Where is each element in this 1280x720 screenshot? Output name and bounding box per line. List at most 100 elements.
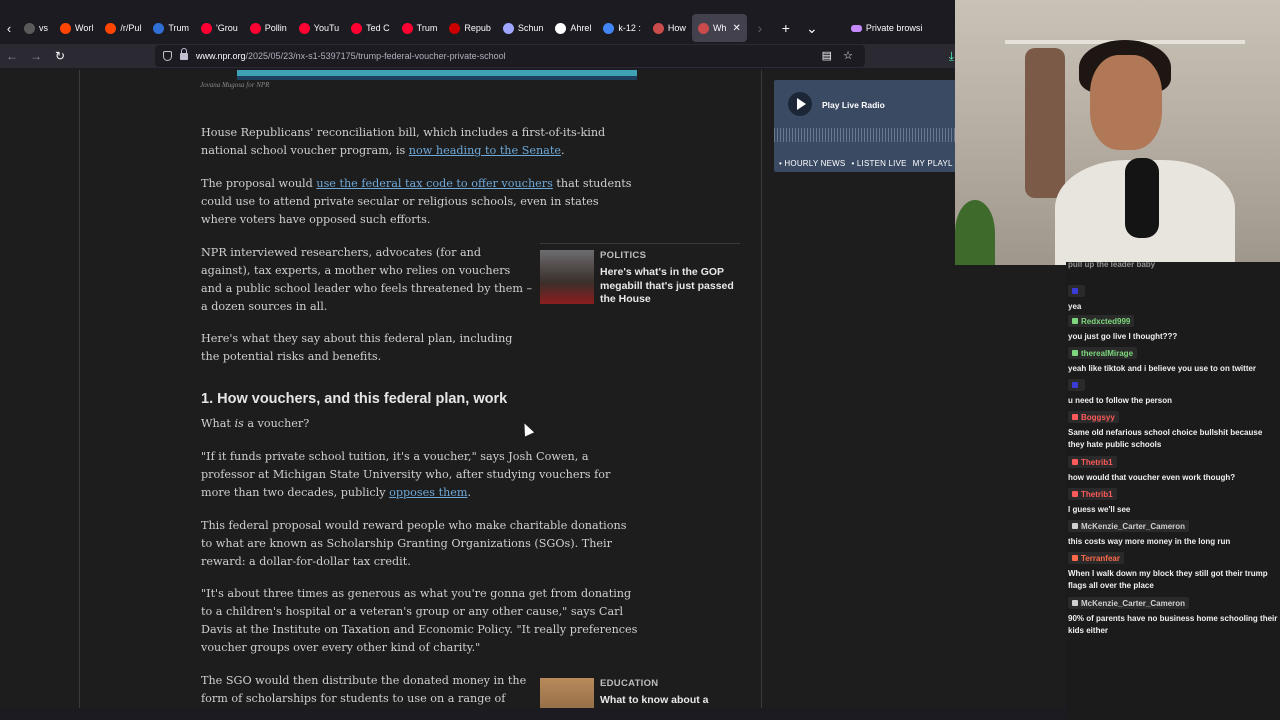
browser-tab[interactable]: Pollin (244, 14, 293, 42)
tab-favicon-icon (153, 22, 165, 34)
browser-tab[interactable]: Ahrel (549, 14, 597, 42)
senate-link[interactable]: now heading to the Senate (409, 144, 561, 157)
new-tab-icon[interactable]: + (773, 20, 799, 36)
paragraph-5: What is a voucher? (201, 415, 309, 433)
chat-username[interactable]: therealMirage (1068, 347, 1138, 359)
chat-message: pull up the leader baby (1068, 259, 1280, 271)
url-path: /2025/05/23/nx-s1-5397175/trump-federal-… (245, 51, 506, 61)
chat-message: Boggsyy Same old nefarious school choice … (1068, 407, 1280, 451)
tab-favicon-icon (201, 22, 213, 34)
bookmark-star-icon[interactable]: ☆ (843, 49, 853, 62)
browser-tab[interactable]: vs (18, 14, 54, 42)
chat-badge-icon (1072, 555, 1078, 561)
related-thumbnail[interactable] (540, 678, 594, 708)
chat-username-text: Thetrib1 (1081, 489, 1113, 499)
reader-view-icon[interactable]: ▤ (822, 49, 832, 62)
navigation-toolbar: ← → ↻ www.npr.org/2025/05/23/nx-s1-53971… (0, 44, 1065, 68)
chat-badge-icon (1072, 491, 1078, 497)
chat-text: this costs way more money in the long ru… (1068, 537, 1231, 546)
browser-tab[interactable]: How (647, 14, 692, 42)
related-thumbnail[interactable] (540, 250, 594, 304)
private-browsing-indicator: Private browsi (850, 23, 922, 33)
play-icon[interactable] (788, 92, 812, 116)
close-tab-icon[interactable]: ✕ (732, 23, 740, 34)
reload-icon[interactable]: ↻ (48, 49, 72, 63)
browser-tab[interactable]: Worl (54, 14, 99, 42)
p2-before: The proposal would (201, 177, 317, 190)
opposes-them-link[interactable]: opposes them (389, 486, 467, 499)
lock-icon[interactable] (180, 47, 188, 60)
tab-favicon-icon (555, 22, 567, 34)
chat-text: u need to follow the person (1068, 396, 1172, 405)
chat-message: McKenzie_Carter_Cameronthis costs way mo… (1068, 516, 1280, 548)
download-icon[interactable]: ⤓ (949, 49, 954, 64)
radio-links: • HOURLY NEWS • LISTEN LIVE MY PLAYL (779, 159, 953, 168)
tab-favicon-icon (24, 22, 35, 34)
url-domain: www.npr.org (196, 51, 246, 61)
tab-favicon-icon (449, 22, 461, 34)
chat-panel: pull up the leader baby yea Redxcted999 you… (1066, 259, 1280, 720)
browser-tab[interactable]: Schun (497, 14, 550, 42)
related-section-label[interactable]: EDUCATION (600, 678, 658, 689)
chat-message: yea (1068, 281, 1280, 313)
tab-favicon-icon (249, 22, 261, 34)
listen-live-link[interactable]: • LISTEN LIVE (851, 159, 906, 168)
chat-message: Redxcted999 you just go live I thought??? (1068, 311, 1280, 343)
chat-message: u need to follow the person (1068, 375, 1280, 407)
browser-tab[interactable]: Ted C (345, 14, 396, 42)
chat-badge-icon (1072, 459, 1078, 465)
chat-text: I guess we'll see (1068, 505, 1131, 514)
forward-icon[interactable]: → (24, 49, 48, 63)
chat-username[interactable]: Terranfear (1068, 552, 1124, 564)
back-icon[interactable]: ← (0, 49, 24, 63)
chat-username-text: Thetrib1 (1081, 457, 1113, 467)
tab-favicon-icon (652, 22, 664, 34)
p5-b: a voucher? (243, 417, 310, 430)
tab-label: How (667, 23, 686, 33)
webcam-overlay (955, 0, 1280, 265)
browser-tab[interactable]: k-12 : (597, 14, 647, 42)
chat-username[interactable] (1068, 379, 1085, 391)
related-title[interactable]: Here's what's in the GOP megabill that's… (600, 266, 740, 307)
related-title[interactable]: What to know about a (600, 694, 740, 708)
tab-label: /r/Pul (120, 23, 142, 33)
chat-username[interactable]: McKenzie_Carter_Cameron (1068, 597, 1190, 609)
chat-username[interactable]: Redxcted999 (1068, 315, 1135, 327)
chat-text: you just go live I thought??? (1068, 332, 1178, 341)
audio-waveform (774, 128, 964, 142)
tab-list: vs Worl/r/Pul Trum 'Grou Pollin YouTu Ted C Tru… (18, 14, 747, 42)
browser-tab[interactable]: YouTu (293, 14, 345, 42)
tab-label: vs (39, 23, 48, 33)
paragraph-7: This federal proposal would reward peopl… (201, 519, 627, 568)
chat-username[interactable]: McKenzie_Carter_Cameron (1068, 520, 1190, 532)
tab-favicon-icon (105, 22, 117, 34)
chat-username[interactable]: Thetrib1 (1068, 456, 1117, 468)
chat-username[interactable] (1068, 285, 1085, 297)
browser-tab[interactable]: /r/Pul (99, 14, 147, 42)
chat-username[interactable]: Thetrib1 (1068, 488, 1117, 500)
paragraph-6: "If it funds private school tuition, it'… (201, 448, 641, 502)
related-section-label[interactable]: POLITICS (600, 250, 646, 261)
chat-username[interactable]: Boggsyy (1068, 411, 1119, 423)
browser-tab[interactable]: Repub (443, 14, 497, 42)
chat-message: therealMirage yeah like tiktok and i beli… (1068, 343, 1280, 375)
tab-favicon-icon (603, 22, 615, 34)
tab-scroll-left-icon[interactable]: ‹ (0, 21, 18, 36)
tax-code-link[interactable]: use the federal tax code to offer vouche… (316, 177, 553, 190)
tab-scroll-right-icon[interactable]: › (747, 20, 773, 36)
my-playlist-link[interactable]: MY PLAYL (913, 159, 953, 168)
npr-radio-widget: Play Live Radio • HOURLY NEWS • LISTEN L… (774, 80, 964, 172)
browser-tab[interactable]: Trum (396, 14, 444, 42)
hourly-news-link[interactable]: • HOURLY NEWS (779, 159, 845, 168)
address-bar[interactable]: www.npr.org/2025/05/23/nx-s1-5397175/tru… (155, 45, 865, 67)
chat-text: Same old nefarious school choice bullshi… (1068, 428, 1263, 449)
play-live-radio-label[interactable]: Play Live Radio (822, 100, 885, 110)
browser-window: ‹ vs Worl/r/Pul Trum 'Grou Pollin YouTu Ted C T… (0, 0, 1065, 708)
tracking-protection-icon[interactable] (163, 51, 172, 61)
browser-tab[interactable]: Wh ✕ (691, 14, 747, 42)
list-tabs-icon[interactable]: ⌄ (799, 20, 825, 37)
url-text[interactable]: www.npr.org/2025/05/23/nx-s1-5397175/tru… (196, 51, 506, 61)
chat-message: McKenzie_Carter_Cameron 90% of parents ha… (1068, 593, 1280, 637)
browser-tab[interactable]: Trum (147, 14, 195, 42)
browser-tab[interactable]: 'Grou (195, 14, 244, 42)
